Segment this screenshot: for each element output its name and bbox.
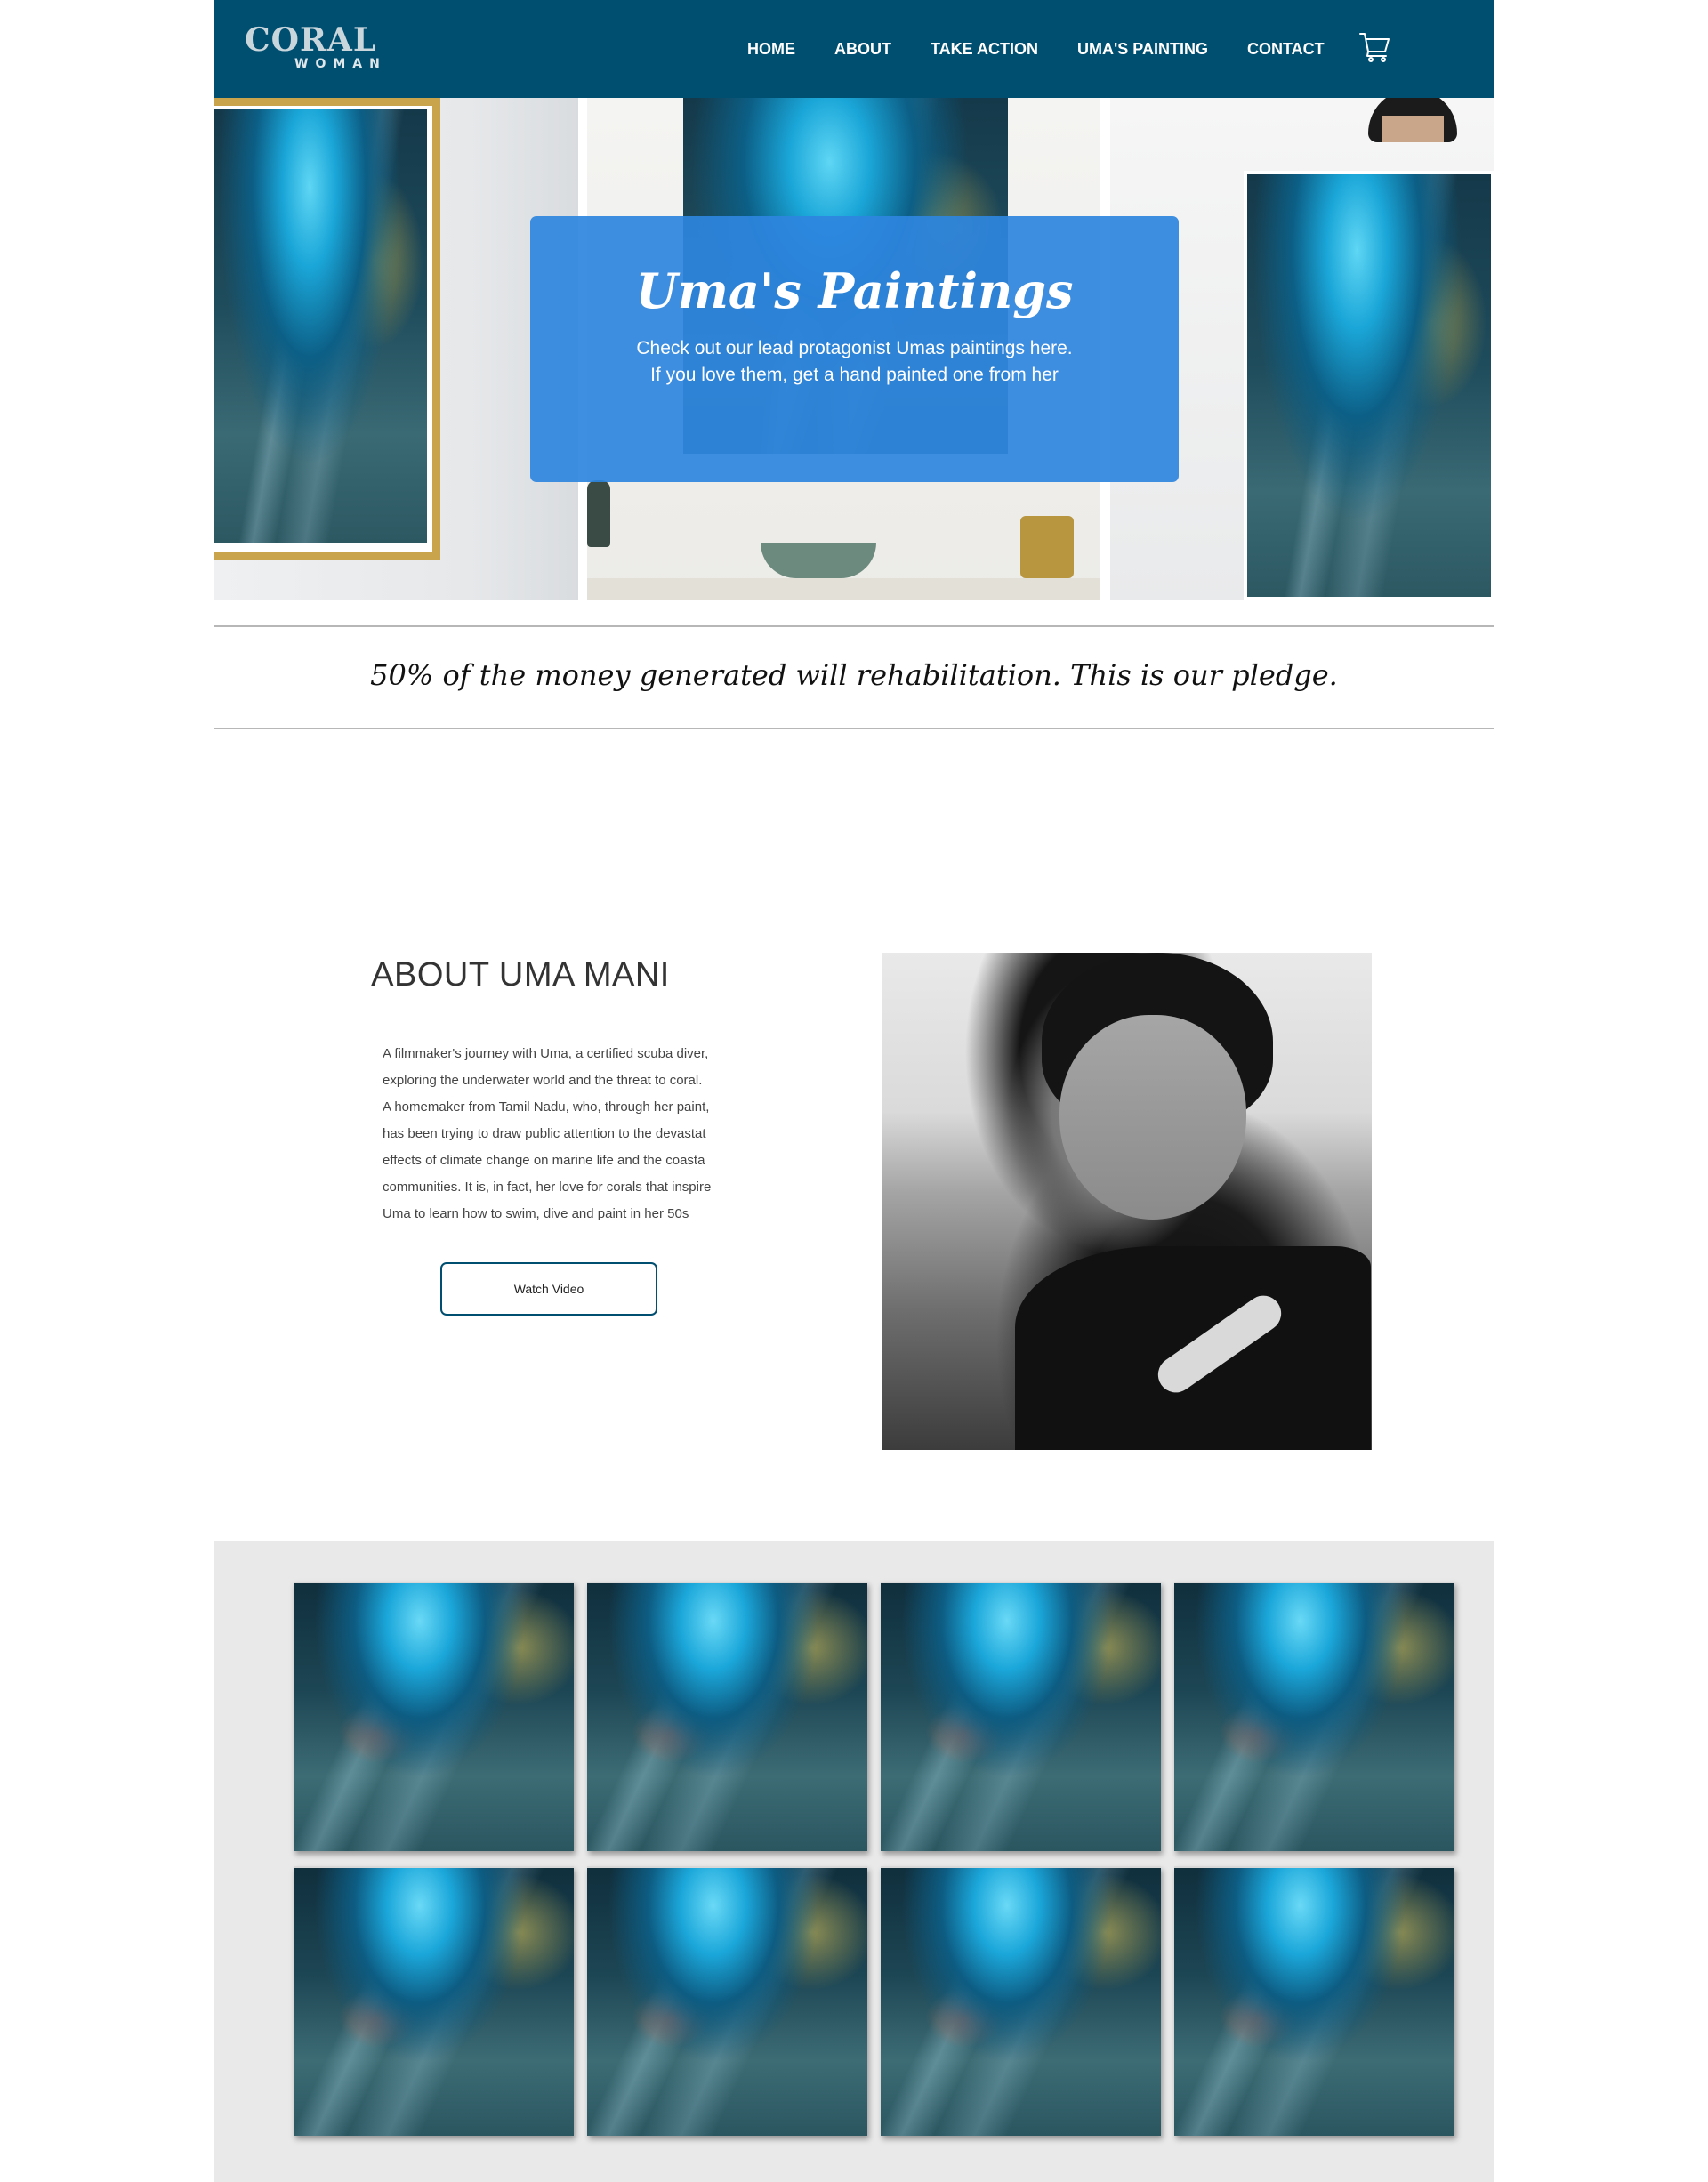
about-body-line: Uma to learn how to swim, dive and paint… <box>383 1206 689 1221</box>
logo-sub-text: WOMAN <box>294 57 387 71</box>
about-body-line: communities. It is, in fact, her love fo… <box>383 1180 712 1195</box>
divider-bottom <box>214 728 1494 729</box>
nav-about[interactable]: ABOUT <box>834 40 891 59</box>
coral-woman-logo[interactable]: CORAL WOMAN <box>245 21 387 75</box>
gallery-painting-tile[interactable] <box>587 1582 867 1851</box>
watch-video-button[interactable]: Watch Video <box>440 1262 657 1316</box>
nav-take-action[interactable]: TAKE ACTION <box>931 40 1038 59</box>
about-body: A filmmaker's journey with Uma, a certif… <box>383 1041 765 1228</box>
gallery-painting-tile[interactable] <box>294 1866 574 2136</box>
logo-main-text: CORAL <box>245 21 377 59</box>
about-body-line: A homemaker from Tamil Nadu, who, throug… <box>383 1099 710 1115</box>
about-title: ABOUT UMA MANI <box>371 956 670 994</box>
gallery-painting-tile[interactable] <box>294 1582 574 1851</box>
gallery-painting-tile[interactable] <box>881 1866 1161 2136</box>
gallery-painting-tile[interactable] <box>587 1866 867 2136</box>
coral-painting-image <box>214 109 427 543</box>
main-nav: HOME ABOUT TAKE ACTION UMA'S PAINTING CO… <box>747 0 1325 98</box>
about-body-line: has been trying to draw public attention… <box>383 1126 706 1141</box>
person-face-image <box>1382 116 1444 142</box>
nav-umas-painting[interactable]: UMA'S PAINTING <box>1077 40 1208 59</box>
plant-pot-image <box>1020 516 1074 578</box>
gallery-painting-tile[interactable] <box>1174 1582 1454 1851</box>
gallery-painting-tile[interactable] <box>1174 1866 1454 2136</box>
nav-contact[interactable]: CONTACT <box>1247 40 1325 59</box>
portrait-face <box>1059 1015 1246 1220</box>
pledge-text: 50% of the money generated will rehabili… <box>370 658 1338 692</box>
nav-home[interactable]: HOME <box>747 40 795 59</box>
hero-card: Uma's Paintings Check out our lead prota… <box>530 216 1179 482</box>
hero-banner: Uma's Paintings Check out our lead prota… <box>214 98 1494 600</box>
painting-gallery <box>214 1541 1494 2182</box>
hero-subtitle-line: If you love them, get a hand painted one… <box>650 365 1059 385</box>
gallery-painting-tile[interactable] <box>881 1582 1161 1851</box>
about-body-line: A filmmaker's journey with Uma, a certif… <box>383 1046 709 1061</box>
shopping-cart-icon[interactable] <box>1358 29 1391 63</box>
site-header: CORAL WOMAN HOME ABOUT TAKE ACTION UMA'S… <box>214 0 1494 98</box>
vase-image <box>587 480 610 547</box>
page: CORAL WOMAN HOME ABOUT TAKE ACTION UMA'S… <box>214 0 1494 2182</box>
hero-photo-framed-painting <box>214 98 578 600</box>
bowl-image <box>761 543 876 578</box>
divider-top <box>214 625 1494 627</box>
about-body-line: effects of climate change on marine life… <box>383 1153 705 1168</box>
hero-subtitle: Check out our lead protagonist Umas pain… <box>530 335 1179 389</box>
hero-subtitle-line: Check out our lead protagonist Umas pain… <box>636 338 1073 358</box>
about-body-line: exploring the underwater world and the t… <box>383 1073 703 1088</box>
uma-portrait-photo <box>882 953 1372 1450</box>
shelf-image <box>587 578 1100 600</box>
hero-title: Uma's Paintings <box>635 262 1074 319</box>
coral-painting-image <box>1244 171 1494 600</box>
